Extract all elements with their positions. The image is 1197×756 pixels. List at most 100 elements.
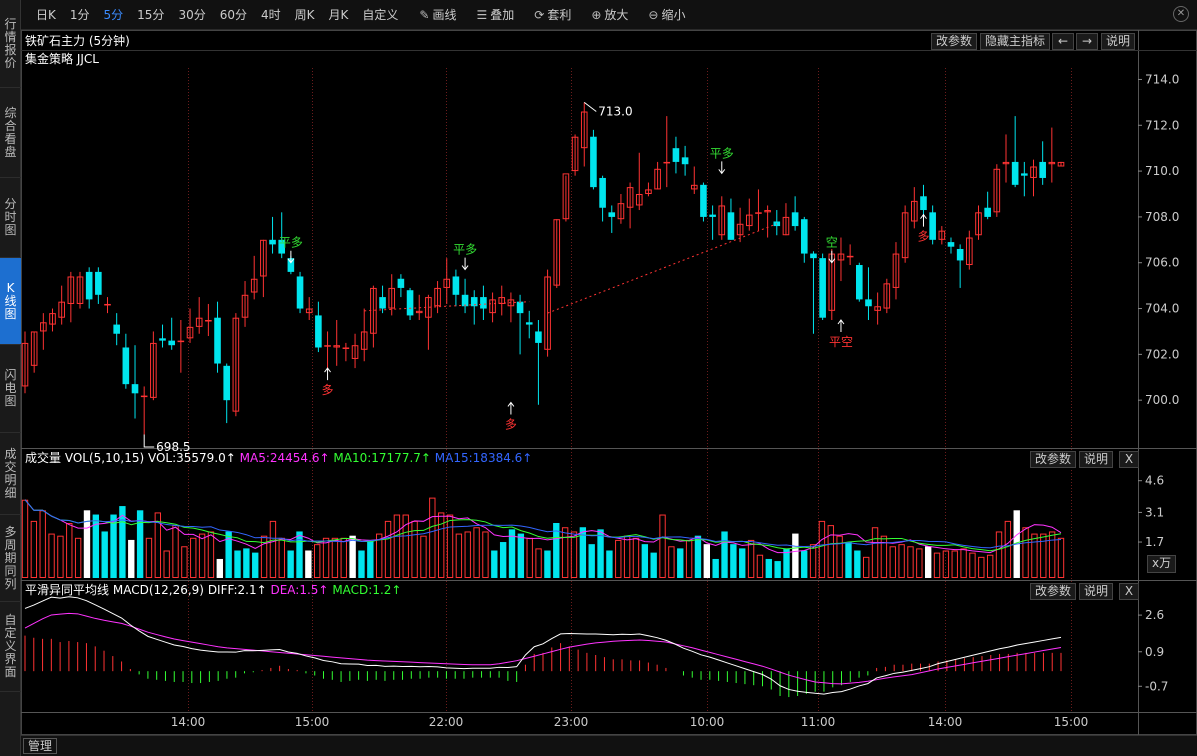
prev-arrow-button[interactable]: ← <box>1052 33 1074 50</box>
candle-body <box>1039 161 1046 178</box>
macd-dea-value: DEA:1.5↑ <box>270 583 329 597</box>
period-tab-3[interactable]: 15分 <box>130 0 171 30</box>
candle-body <box>168 340 175 346</box>
candle-body <box>608 212 616 217</box>
volume-ma-line <box>24 499 1062 549</box>
signal-down-arrow <box>828 250 836 264</box>
candle-body <box>920 196 927 211</box>
period-tab-2[interactable]: 5分 <box>97 0 131 30</box>
hide-main-indicator-button[interactable]: 隐藏主指标 <box>980 33 1051 50</box>
close-icon[interactable]: ✕ <box>1173 6 1189 22</box>
volume-bar <box>535 548 542 579</box>
candle-body <box>140 395 148 398</box>
volume-explain-button[interactable]: 说明 <box>1079 451 1114 468</box>
x-axis-label: 14:00 <box>171 715 206 729</box>
signal-label: 多 <box>917 230 929 244</box>
tool-label: 套利 <box>547 8 572 22</box>
volume-bar <box>730 544 737 578</box>
sidebar-item-0[interactable]: 行情报价 <box>0 0 21 88</box>
volume-bar <box>420 535 427 579</box>
volume-bar <box>641 544 649 578</box>
zoom-in-icon: ⊕ <box>591 7 602 22</box>
tool-button-0[interactable]: ✎ 画线 <box>409 0 466 30</box>
sidebar-item-4[interactable]: 闪电图 <box>0 345 21 433</box>
tool-label: 放大 <box>604 8 629 22</box>
volume-bar <box>677 548 684 578</box>
period-tab-7[interactable]: 周K <box>288 0 322 30</box>
signal-label: 多 <box>505 417 517 431</box>
volume-bar <box>172 525 179 579</box>
manage-button[interactable]: 管理 <box>23 738 58 754</box>
volume-bar <box>305 550 312 578</box>
sidebar-item-2[interactable]: 分时图 <box>0 178 21 258</box>
volume-bar <box>570 531 578 579</box>
volume-unit-button[interactable]: x万 <box>1147 555 1177 573</box>
period-tab-5[interactable]: 60分 <box>213 0 254 30</box>
macd-explain-button[interactable]: 说明 <box>1079 583 1114 600</box>
candle-body <box>709 214 716 217</box>
candle-body <box>947 242 955 247</box>
volume-bar <box>429 497 436 578</box>
signal-up-arrow <box>920 213 927 227</box>
volume-bar <box>836 535 843 579</box>
macd-diff-line <box>24 596 1062 695</box>
macd-y-axis-label: 0.9 <box>1145 645 1164 659</box>
volume-bar <box>924 546 932 578</box>
tool-button-3[interactable]: ⊕ 放大 <box>581 0 638 30</box>
volume-bar <box>703 544 710 578</box>
period-tab-1[interactable]: 1分 <box>63 0 97 30</box>
period-tab-9[interactable]: 自定义 <box>355 0 405 30</box>
volume-bar <box>322 537 330 578</box>
main-change-params-button[interactable]: 改参数 <box>931 33 978 50</box>
candle-body <box>865 299 872 307</box>
volume-bar <box>659 514 666 578</box>
sidebar-item-7[interactable]: 自定义界面 <box>0 602 21 692</box>
sidebar-item-5[interactable]: 成交明细 <box>0 433 21 515</box>
volume-bar <box>969 552 976 578</box>
volume-bar <box>145 537 153 578</box>
candle-body <box>461 294 469 307</box>
volume-bar <box>995 531 1003 579</box>
macd-change-params-button[interactable]: 改参数 <box>1030 583 1077 600</box>
volume-bar <box>907 546 914 578</box>
candle-body <box>113 324 120 334</box>
sidebar-item-label: 多周期同列 <box>4 524 17 591</box>
y-axis-label: 702.0 <box>1145 347 1179 361</box>
tool-label: 画线 <box>432 8 457 22</box>
volume-bar <box>358 550 365 578</box>
volume-bar <box>650 552 657 578</box>
tool-button-1[interactable]: ☰ 叠加 <box>466 0 524 30</box>
volume-bar <box>809 544 817 579</box>
volume-bar <box>128 539 135 578</box>
vol-y-axis-label: 4.6 <box>1145 474 1164 488</box>
candle-body <box>104 303 111 306</box>
instrument-title: 铁矿石主力 (5分钟) <box>25 34 130 48</box>
volume-bar <box>181 546 188 578</box>
period-tab-6[interactable]: 4时 <box>254 0 288 30</box>
period-tab-4[interactable]: 30分 <box>171 0 212 30</box>
volume-bar <box>588 544 595 578</box>
period-tab-0[interactable]: 日K <box>29 0 63 30</box>
next-arrow-button[interactable]: → <box>1076 33 1098 50</box>
sidebar-item-6[interactable]: 多周期同列 <box>0 515 21 602</box>
volume-close-button[interactable]: X <box>1119 451 1139 468</box>
volume-bar <box>83 510 91 578</box>
period-tab-8[interactable]: 月K <box>322 0 356 30</box>
volume-bar <box>411 520 418 578</box>
y-axis-label: 708.0 <box>1145 210 1179 224</box>
volume-bar <box>464 531 471 579</box>
tool-button-4[interactable]: ⊖ 缩小 <box>638 0 695 30</box>
volume-bar <box>632 537 640 578</box>
candle-body <box>269 239 276 245</box>
tool-button-2[interactable]: ⟳ 套利 <box>524 0 581 30</box>
candle-body <box>663 161 671 164</box>
volume-bar <box>278 537 285 578</box>
candle-body <box>205 320 212 322</box>
main-explain-button[interactable]: 说明 <box>1101 33 1136 50</box>
volume-bar <box>39 510 46 578</box>
volume-bar <box>889 546 896 578</box>
sidebar-item-1[interactable]: 综合看盘 <box>0 88 21 178</box>
volume-change-params-button[interactable]: 改参数 <box>1030 451 1077 468</box>
macd-close-button[interactable]: X <box>1119 583 1139 600</box>
sidebar-item-3[interactable]: K线图 <box>0 258 21 345</box>
